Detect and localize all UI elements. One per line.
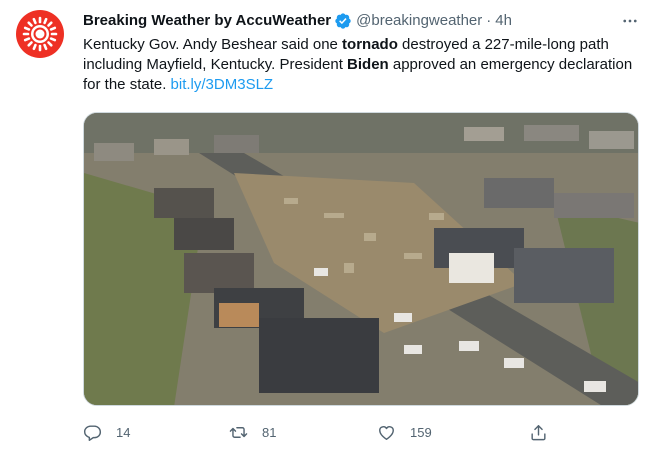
retweet-count: 81 [262, 424, 277, 440]
verified-badge-icon [335, 13, 351, 29]
reply-icon [83, 424, 102, 441]
like-icon [379, 425, 394, 440]
tweet-text-part: Kentucky Gov. Andy Beshear said one [83, 36, 343, 53]
retweet-button[interactable]: 81 [229, 421, 276, 443]
reply-count: 14 [116, 424, 131, 440]
author-handle[interactable]: @breakingweather [356, 11, 482, 31]
share-icon [531, 424, 546, 440]
accuweather-logo-icon [22, 16, 58, 52]
tweet-header: Breaking Weather by AccuWeather @breakin… [83, 11, 512, 31]
timestamp[interactable]: 4h [495, 11, 512, 31]
like-button[interactable]: 159 [377, 421, 432, 443]
tweet-image[interactable] [83, 112, 639, 406]
share-button[interactable] [529, 421, 548, 443]
aerial-photo [84, 113, 638, 405]
like-count: 159 [410, 424, 432, 440]
separator-dot: · [486, 12, 492, 29]
tweet[interactable]: Breaking Weather by AccuWeather @breakin… [0, 0, 656, 467]
tweet-link[interactable]: bit.ly/3DM3SLZ [171, 76, 274, 93]
highlight-biden: Biden [347, 56, 389, 73]
more-icon [623, 19, 637, 23]
reply-button[interactable]: 14 [83, 421, 130, 443]
more-button[interactable] [618, 9, 642, 33]
tweet-actions: 14 81 159 [83, 421, 553, 443]
author-name[interactable]: Breaking Weather by AccuWeather [83, 11, 331, 31]
hashtag-highlight-tornado: tornado [342, 36, 398, 53]
avatar[interactable] [16, 10, 64, 58]
retweet-icon [229, 426, 248, 438]
tweet-text: Kentucky Gov. Andy Beshear said one torn… [83, 35, 643, 95]
